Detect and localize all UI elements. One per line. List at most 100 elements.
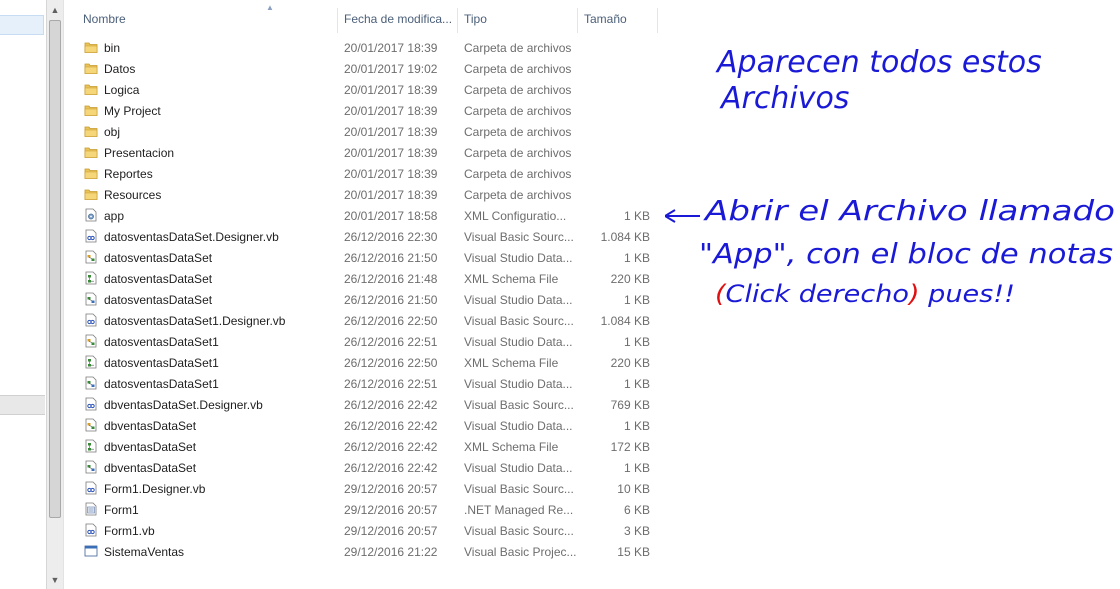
column-divider[interactable]	[657, 8, 658, 33]
nav-selected-item[interactable]	[0, 15, 44, 35]
dataset-file-icon	[84, 418, 98, 432]
file-name: datosventasDataSet1.Designer.vb	[104, 314, 286, 328]
file-row[interactable]: datosventasDataSet.Designer.vb 26/12/201…	[64, 226, 664, 247]
file-row[interactable]: Logica 20/01/2017 18:39 Carpeta de archi…	[64, 79, 664, 100]
folder-icon	[84, 124, 98, 138]
file-row[interactable]: datosventasDataSet1.Designer.vb 26/12/20…	[64, 310, 664, 331]
file-name: dbventasDataSet.Designer.vb	[104, 398, 263, 412]
vbproj-file-icon	[84, 544, 98, 558]
nav-hover-item[interactable]	[0, 395, 45, 415]
vb-file-icon	[84, 397, 98, 411]
file-row[interactable]: bin 20/01/2017 18:39 Carpeta de archivos	[64, 37, 664, 58]
file-type: Visual Studio Data...	[464, 377, 573, 391]
file-name: datosventasDataSet1	[104, 335, 219, 349]
column-divider[interactable]	[457, 8, 458, 33]
handwritten-annotation: Aparecen todos estos Archivos Abrir el A…	[665, 45, 1115, 308]
file-row[interactable]: My Project 20/01/2017 18:39 Carpeta de a…	[64, 100, 664, 121]
file-size: 172 KB	[610, 440, 650, 454]
file-date: 29/12/2016 21:22	[344, 545, 438, 559]
annotation-line-5: (Click derecho) pues!!	[715, 280, 1015, 308]
file-row[interactable]: app 20/01/2017 18:58 XML Configuratio...…	[64, 205, 664, 226]
dataset-layout-icon	[84, 376, 98, 390]
file-type: XML Configuratio...	[464, 209, 567, 223]
nav-scrollbar[interactable]: ▲ ▼	[46, 0, 64, 589]
file-list: bin 20/01/2017 18:39 Carpeta de archivos…	[64, 37, 664, 562]
file-row[interactable]: dbventasDataSet.Designer.vb 26/12/2016 2…	[64, 394, 664, 415]
file-row[interactable]: dbventasDataSet 26/12/2016 22:42 Visual …	[64, 415, 664, 436]
folder-icon	[84, 61, 98, 75]
folder-icon	[84, 145, 98, 159]
column-header-date[interactable]: Fecha de modifica...	[344, 12, 452, 28]
file-type: Visual Studio Data...	[464, 335, 573, 349]
folder-icon	[84, 103, 98, 117]
file-type: .NET Managed Re...	[464, 503, 574, 517]
file-name: My Project	[104, 104, 161, 118]
file-date: 29/12/2016 20:57	[344, 482, 438, 496]
file-type: Visual Basic Sourc...	[464, 524, 574, 538]
vb-file-icon	[84, 481, 98, 495]
file-row[interactable]: datosventasDataSet 26/12/2016 21:50 Visu…	[64, 289, 664, 310]
file-name: Form1	[104, 503, 139, 517]
file-row[interactable]: obj 20/01/2017 18:39 Carpeta de archivos	[64, 121, 664, 142]
file-date: 20/01/2017 18:39	[344, 104, 438, 118]
column-header-name[interactable]: Nombre	[83, 12, 126, 28]
file-type: Visual Studio Data...	[464, 461, 573, 475]
file-date: 20/01/2017 18:58	[344, 209, 438, 223]
file-row[interactable]: SistemaVentas 29/12/2016 21:22 Visual Ba…	[64, 541, 664, 562]
file-row[interactable]: Reportes 20/01/2017 18:39 Carpeta de arc…	[64, 163, 664, 184]
annotation-line-3: Abrir el Archivo llamado	[703, 194, 1115, 227]
file-row[interactable]: Presentacion 20/01/2017 18:39 Carpeta de…	[64, 142, 664, 163]
schema-file-icon	[84, 271, 98, 285]
file-name: bin	[104, 41, 121, 55]
file-size: 1 KB	[623, 335, 650, 349]
file-size: 1 KB	[623, 377, 650, 391]
file-row[interactable]: datosventasDataSet1 26/12/2016 22:51 Vis…	[64, 373, 664, 394]
vb-file-icon	[84, 523, 98, 537]
file-date: 29/12/2016 20:57	[344, 524, 438, 538]
column-header-type[interactable]: Tipo	[464, 12, 487, 28]
file-name: datosventasDataSet	[104, 251, 213, 265]
column-header-size[interactable]: Tamaño	[584, 12, 627, 28]
file-row[interactable]: Resources 20/01/2017 18:39 Carpeta de ar…	[64, 184, 664, 205]
file-row[interactable]: dbventasDataSet 26/12/2016 22:42 Visual …	[64, 457, 664, 478]
file-date: 20/01/2017 19:02	[344, 62, 438, 76]
column-header-bar: ▲ Nombre Fecha de modifica... Tipo Tamañ…	[64, 0, 1120, 33]
file-type: Visual Studio Data...	[464, 419, 573, 433]
file-type: Visual Studio Data...	[464, 293, 573, 307]
folder-icon	[84, 187, 98, 201]
scrollbar-thumb[interactable]	[49, 20, 61, 518]
file-size: 1.084 KB	[600, 230, 650, 244]
file-size: 15 KB	[617, 545, 650, 559]
file-type: Carpeta de archivos	[464, 83, 572, 97]
file-date: 26/12/2016 22:51	[344, 377, 438, 391]
scroll-up-arrow-icon[interactable]: ▲	[47, 2, 63, 18]
file-type: Visual Basic Sourc...	[464, 398, 574, 412]
file-date: 26/12/2016 22:30	[344, 230, 438, 244]
file-row[interactable]: Form1.Designer.vb 29/12/2016 20:57 Visua…	[64, 478, 664, 499]
column-divider[interactable]	[577, 8, 578, 33]
file-type: XML Schema File	[464, 440, 559, 454]
file-date: 20/01/2017 18:39	[344, 188, 438, 202]
file-row[interactable]: Datos 20/01/2017 19:02 Carpeta de archiv…	[64, 58, 664, 79]
file-row[interactable]: datosventasDataSet1 26/12/2016 22:51 Vis…	[64, 331, 664, 352]
file-size: 769 KB	[610, 398, 650, 412]
file-row[interactable]: datosventasDataSet1 26/12/2016 22:50 XML…	[64, 352, 664, 373]
file-type: Carpeta de archivos	[464, 167, 572, 181]
annotation-line-4: "App", con el bloc de notas	[699, 237, 1113, 270]
file-row[interactable]: datosventasDataSet 26/12/2016 21:50 Visu…	[64, 247, 664, 268]
file-name: Presentacion	[104, 146, 175, 160]
vb-file-icon	[84, 229, 98, 243]
file-row[interactable]: dbventasDataSet 26/12/2016 22:42 XML Sch…	[64, 436, 664, 457]
file-type: Carpeta de archivos	[464, 104, 572, 118]
arrow-icon	[665, 209, 700, 223]
file-date: 26/12/2016 22:42	[344, 398, 438, 412]
column-divider[interactable]	[337, 8, 338, 33]
annotation-line-1: Aparecen todos estos	[715, 45, 1042, 80]
file-row[interactable]: Form1 29/12/2016 20:57 .NET Managed Re..…	[64, 499, 664, 520]
file-row[interactable]: Form1.vb 29/12/2016 20:57 Visual Basic S…	[64, 520, 664, 541]
annotation-click-derecho: Click derecho	[726, 280, 909, 308]
scroll-down-arrow-icon[interactable]: ▼	[47, 572, 63, 588]
file-type: XML Schema File	[464, 356, 559, 370]
file-row[interactable]: datosventasDataSet 26/12/2016 21:48 XML …	[64, 268, 664, 289]
file-name: Form1.vb	[104, 524, 155, 538]
